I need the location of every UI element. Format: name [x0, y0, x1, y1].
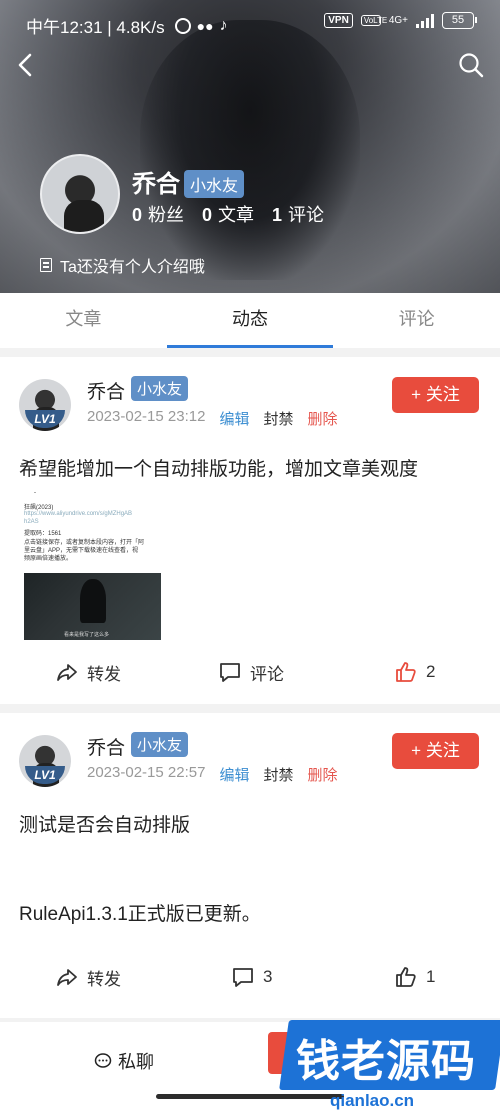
watermark-title: 钱老源码 — [296, 1036, 476, 1087]
share-label: 转发 — [87, 664, 121, 684]
volte-icon: VoLTE — [360, 15, 387, 26]
post-author[interactable]: 乔合 — [87, 377, 125, 404]
status-right: VPN VoLTE 4G+ 55 — [324, 12, 477, 29]
tab-articles[interactable]: 文章 — [0, 293, 167, 348]
watermark-url: qianlao.cn — [330, 1091, 415, 1110]
tab-moments[interactable]: 动态 — [166, 293, 334, 348]
post-card: LV1 乔合 小水友 2023-02-15 22:57 编辑 封禁 删除 + 关… — [0, 713, 500, 1018]
tab-comments[interactable]: 评论 — [333, 293, 500, 348]
thumbs-up-icon — [396, 662, 416, 682]
thumb-line: 提取码：1561 — [24, 531, 62, 537]
comment-icon — [220, 663, 240, 682]
post-text: 希望能增加一个自动排版功能，增加文章美观度 — [19, 459, 419, 480]
private-message-label: 私聊 — [118, 1052, 154, 1072]
comment-count: 3 — [263, 967, 273, 986]
fans-label: 粉丝 — [148, 205, 185, 225]
profile-avatar — [40, 154, 120, 234]
profile-name: 乔合 — [132, 171, 180, 198]
edit-link[interactable]: 编辑 — [219, 764, 249, 785]
articles-label: 文章 — [218, 205, 255, 225]
post-author-badge: 小水友 — [131, 732, 189, 757]
profile-badge: 小水友 — [184, 170, 245, 198]
post-text: 测试是否会自动排版 — [19, 815, 191, 836]
post-actions: 转发 评论 2 — [0, 652, 500, 692]
post-image[interactable]: - 狂飙(2023) https://www.aliyundrive.com/s… — [24, 490, 162, 640]
like-count: 2 — [426, 662, 436, 681]
follow-button[interactable]: + 关注 — [392, 733, 479, 769]
articles-stat[interactable]: 0 文章 — [202, 201, 254, 227]
video-frame: 看来是我写了这么多 — [24, 573, 161, 640]
signal-icon — [416, 13, 434, 28]
fans-stat[interactable]: 0 粉丝 — [132, 201, 184, 227]
share-icon — [57, 969, 77, 986]
comments-stat[interactable]: 1 评论 — [272, 201, 324, 227]
status-left: 中午12:31 | 4.8K/s ●● ♪ — [26, 13, 228, 38]
video-caption: 看来是我写了这么多 — [64, 632, 110, 638]
articles-count: 0 — [202, 205, 213, 225]
private-message-button[interactable]: 私聊 — [94, 1048, 154, 1074]
document-icon — [40, 258, 52, 272]
chat-icon — [94, 1053, 112, 1068]
comment-label: 评论 — [250, 664, 284, 684]
delete-link[interactable]: 删除 — [307, 764, 337, 785]
profile-tabs: 文章 动态 评论 — [0, 293, 500, 348]
post-date: 2023-02-15 23:12 — [87, 408, 206, 425]
like-button[interactable]: 1 — [394, 957, 435, 997]
delete-link[interactable]: 删除 — [307, 408, 337, 429]
ban-link[interactable]: 封禁 — [263, 764, 293, 785]
vpn-icon: VPN — [324, 13, 353, 28]
profile-stats: 0 粉丝 0 文章 1 评论 — [132, 201, 324, 227]
comment-button[interactable]: 评论 — [218, 652, 284, 692]
thumb-line: 狂飙(2023) — [24, 505, 54, 511]
wechat-icon: ●● — [196, 17, 214, 34]
edit-link[interactable]: 编辑 — [219, 408, 249, 429]
post-date: 2023-02-15 22:57 — [87, 764, 206, 781]
share-button[interactable]: 转发 — [55, 957, 121, 997]
follow-button[interactable]: + 关注 — [392, 377, 479, 413]
comments-label: 评论 — [288, 205, 325, 225]
post-meta: 2023-02-15 23:12 编辑 封禁 删除 — [87, 408, 337, 429]
post-author[interactable]: 乔合 — [87, 733, 125, 760]
thumb-line: 频原画倍速播放。 — [24, 556, 73, 562]
like-count: 1 — [426, 967, 436, 986]
fans-count: 0 — [132, 205, 143, 225]
post-card: LV1 乔合 小水友 2023-02-15 23:12 编辑 封禁 删除 + 关… — [0, 357, 500, 704]
battery-icon: 55 — [442, 12, 477, 29]
profile-bio: Ta还没有个人介绍哦 — [40, 253, 205, 277]
alarm-icon — [174, 17, 191, 34]
post-author-badge: 小水友 — [131, 376, 189, 401]
ban-link[interactable]: 封禁 — [263, 408, 293, 429]
thumb-line: h2AS — [24, 519, 39, 525]
thumbs-up-icon — [396, 967, 416, 987]
share-icon — [57, 664, 77, 681]
post-text-line2: RuleApi1.3.1正式版已更新。 — [19, 904, 261, 925]
back-icon[interactable] — [14, 50, 38, 80]
comment-icon — [233, 968, 253, 987]
like-button[interactable]: 2 — [394, 652, 435, 692]
network-label: 4G+ — [388, 15, 408, 26]
music-icon: ♪ — [219, 16, 228, 34]
share-label: 转发 — [87, 969, 121, 989]
status-bar: 中午12:31 | 4.8K/s ●● ♪ VPN VoLTE 4G+ 55 — [0, 0, 500, 46]
search-icon[interactable] — [458, 52, 484, 78]
comment-button[interactable]: 3 — [231, 957, 272, 997]
thumb-line: https://www.aliyundrive.com/s/gMZHgAB — [24, 511, 133, 517]
bio-text: Ta还没有个人介绍哦 — [60, 259, 205, 276]
watermark-logo: 钱老源码 qianlao.cn — [279, 1020, 500, 1111]
share-button[interactable]: 转发 — [55, 652, 121, 692]
post-actions: 转发 3 1 — [0, 957, 500, 997]
comments-count: 1 — [272, 205, 283, 225]
post-meta: 2023-02-15 22:57 编辑 封禁 删除 — [87, 764, 337, 785]
status-time: 中午12:31 | 4.8K/s — [26, 18, 165, 37]
